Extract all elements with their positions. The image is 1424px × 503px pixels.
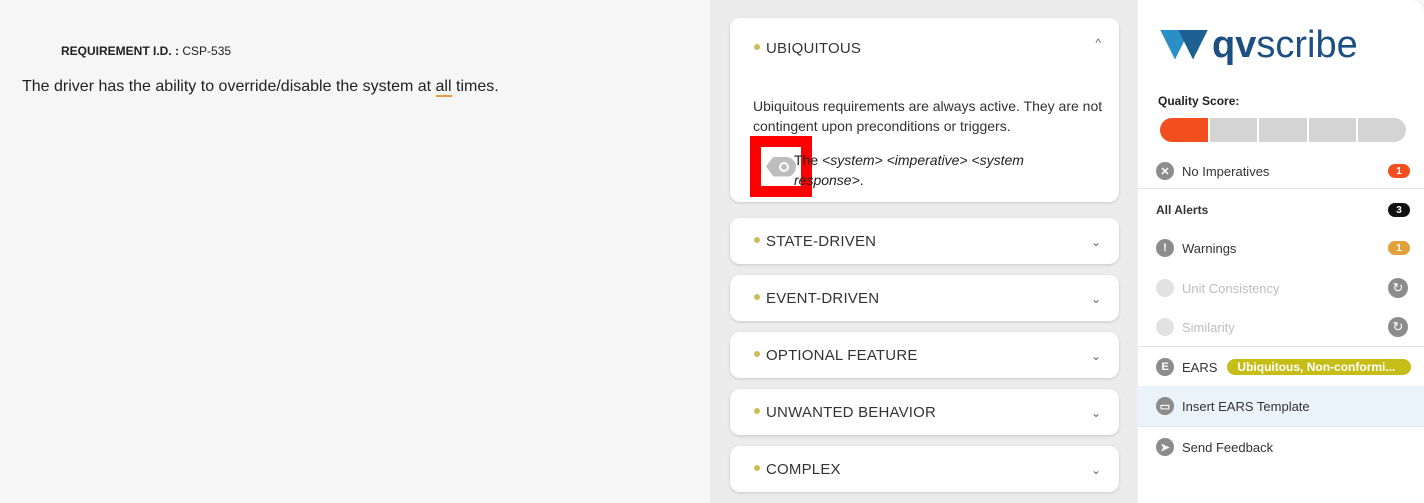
count-badge: 1 [1388,241,1410,255]
bullet-dot-icon [754,465,760,472]
ears-label: EARS [1182,359,1218,375]
requirement-id-value: CSP-535 [182,44,232,58]
all-alerts-header[interactable]: All Alerts 3 [1138,200,1424,220]
ears-card-title: COMPLEX [766,461,841,478]
ears-status-pill: Ubiquitous, Non-conformi... [1227,359,1412,375]
unit-icon [1156,279,1174,297]
check-similarity[interactable]: Similarity ↻ [1138,316,1424,338]
ears-template-text: The <system> <imperative> <system respon… [794,150,1094,190]
ears-e-icon: E [1156,358,1174,376]
ears-card-ubiquitous[interactable]: UBIQUITOUS ^ Ubiquitous requirements are… [730,18,1119,202]
requirement-editor[interactable]: REQUIREMENT I.D. : CSP-535 The driver ha… [0,0,710,503]
refresh-icon[interactable]: ↻ [1388,278,1408,298]
ears-card-header[interactable]: STATE-DRIVEN [754,233,876,250]
send-feedback-label: Send Feedback [1182,439,1274,455]
warning-icon: ! [1156,239,1174,257]
check-unit-consistency[interactable]: Unit Consistency ↻ [1138,277,1424,299]
all-alerts-label: All Alerts [1156,203,1209,217]
chevron-down-icon[interactable]: ⌄ [1091,292,1101,306]
send-feedback-row[interactable]: ➤ Send Feedback [1138,436,1424,458]
bullet-dot-icon [754,351,760,358]
qvscribe-logo: qvscribe [1160,24,1358,67]
logo-wordmark: qvscribe [1212,24,1358,66]
requirement-text-part: times. [451,78,499,95]
ears-status-row[interactable]: E EARS Ubiquitous, Non-conformi... [1138,356,1424,378]
ears-card-unwanted-behavior[interactable]: UNWANTED BEHAVIOR ⌄ [730,389,1119,435]
quality-score-bar [1160,118,1406,142]
template-icon: ▭ [1156,397,1174,415]
template-suffix: . [859,172,864,188]
alert-label: Warnings [1182,240,1237,256]
quality-score-segment [1308,118,1357,142]
refresh-icon[interactable]: ↻ [1388,317,1408,337]
bullet-dot-icon [754,44,760,51]
logo-mark-icon [1160,26,1210,66]
divider [1138,426,1424,427]
requirement-text[interactable]: The driver has the ability to override/d… [22,78,499,97]
chevron-down-icon[interactable]: ⌄ [1091,406,1101,420]
requirement-text-part: The driver has the ability to override/d… [22,78,436,95]
chevron-down-icon[interactable]: ⌄ [1091,349,1101,363]
ears-card-header[interactable]: EVENT-DRIVEN [754,290,879,307]
ears-card-header[interactable]: COMPLEX [754,461,841,478]
template-prefix: The [794,152,823,168]
x-circle-icon: ✕ [1156,162,1174,180]
ears-card-event-driven[interactable]: EVENT-DRIVEN ⌄ [730,275,1119,321]
divider [1138,346,1424,347]
ears-card-header[interactable]: UBIQUITOUS [754,40,861,57]
count-badge: 1 [1388,164,1410,178]
alert-label: No Imperatives [1182,163,1270,179]
divider [1138,188,1424,189]
quality-score-label: Quality Score: [1158,94,1240,108]
ears-card-optional-feature[interactable]: OPTIONAL FEATURE ⌄ [730,332,1119,378]
requirement-id-label: REQUIREMENT I.D. : [61,44,180,58]
check-label: Unit Consistency [1182,280,1280,296]
send-icon: ➤ [1156,438,1174,456]
bullet-dot-icon [754,408,760,415]
ears-card-title: OPTIONAL FEATURE [766,347,918,364]
ears-card-header[interactable]: OPTIONAL FEATURE [754,347,918,364]
ears-card-title: EVENT-DRIVEN [766,290,880,307]
count-badge: 3 [1388,203,1410,217]
ears-card-title: UNWANTED BEHAVIOR [766,404,937,421]
quality-score-segment [1358,118,1406,142]
tag-icon [766,156,796,177]
ears-card-title: STATE-DRIVEN [766,233,877,250]
insert-ears-template-row[interactable]: ▭ Insert EARS Template [1138,386,1424,426]
ears-card-state-driven[interactable]: STATE-DRIVEN ⌄ [730,218,1119,264]
ears-patterns-panel: UBIQUITOUS ^ Ubiquitous requirements are… [710,0,1138,503]
chevron-up-icon[interactable]: ^ [1095,36,1101,50]
ears-card-header[interactable]: UNWANTED BEHAVIOR [754,404,936,421]
quality-score-segment [1259,118,1307,142]
ears-card-complex[interactable]: COMPLEX ⌄ [730,446,1119,492]
template-body: <system> <imperative> <system response> [794,152,1024,188]
bullet-dot-icon [754,237,760,244]
highlighted-word[interactable]: all [435,78,452,97]
similarity-icon [1156,318,1174,336]
quality-score-segment [1160,118,1208,142]
check-label: Similarity [1182,319,1235,335]
chevron-down-icon[interactable]: ⌄ [1091,463,1101,477]
chevron-down-icon[interactable]: ⌄ [1091,235,1101,249]
insert-template-label: Insert EARS Template [1182,398,1310,414]
bullet-dot-icon [754,294,760,301]
alert-no-imperatives[interactable]: ✕ No Imperatives 1 [1138,160,1424,182]
quality-score-segment [1209,118,1258,142]
requirement-id: REQUIREMENT I.D. : CSP-535 [61,44,231,58]
alert-warnings[interactable]: ! Warnings 1 [1138,237,1424,259]
ears-card-title: UBIQUITOUS [766,40,862,57]
ears-description: Ubiquitous requirements are always activ… [753,98,1103,134]
qvscribe-sidebar: qvscribe Quality Score: ✕ No Imperatives… [1138,0,1424,503]
